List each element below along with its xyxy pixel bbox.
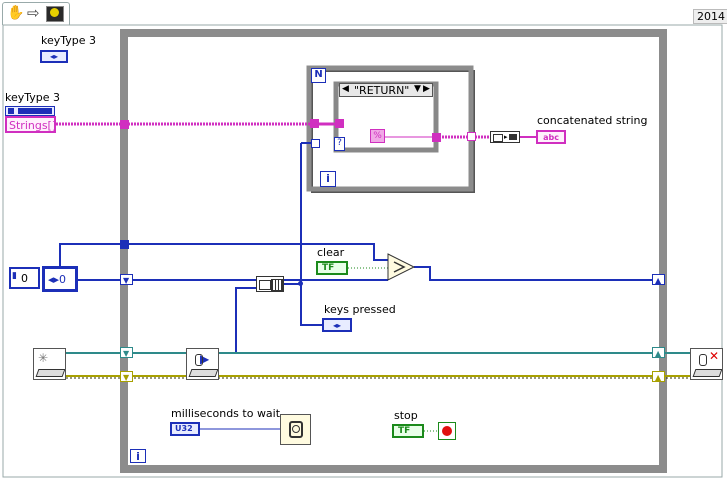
keys-pressed-indicator[interactable]: ◂▸ [322, 318, 352, 332]
milliseconds-to-wait-control[interactable]: U32 [170, 422, 200, 436]
case-next-icon[interactable]: ▶ [423, 84, 430, 94]
clear-indicator[interactable]: TF [316, 261, 348, 275]
concatenated-string-indicator[interactable]: abc [536, 130, 566, 144]
tunnel-pink-in [120, 120, 129, 129]
milliseconds-to-wait-label: milliseconds to wait [171, 407, 281, 420]
blue-wire-compare-out [414, 266, 654, 281]
concatenate-node: ▸ [490, 131, 520, 143]
for-tunnel-blue-in [311, 139, 320, 148]
shift-register-blue-right: ▲ [652, 274, 665, 285]
initialize-keyboard-icon[interactable]: ✳ [33, 348, 66, 380]
wait-timer-icon[interactable] [280, 414, 311, 445]
loop-condition-icon[interactable] [438, 422, 456, 440]
for-tunnel-pink-out [467, 132, 476, 141]
for-loop-index-terminal: i [320, 171, 336, 187]
wire-junction-dot [298, 281, 303, 286]
numeric-index-icon: ▮ [12, 271, 17, 281]
shift-register-teal-left: ▼ [120, 347, 133, 358]
enum-value-control[interactable]: ◂▸0 [42, 266, 78, 292]
string-constant-icon: % [370, 129, 385, 143]
stop-label: stop [394, 409, 418, 422]
shift-register-yellow-left: ▼ [120, 371, 133, 382]
for-tunnel-pink-in [310, 119, 319, 128]
shift-register-teal-right: ▲ [652, 347, 665, 358]
case-selector-value: "RETURN" [354, 84, 410, 97]
keytype-typedef-terminal[interactable]: ◂▸ [40, 50, 68, 63]
clear-terminal-text: TF [322, 263, 335, 273]
for-loop-count-terminal: N [311, 68, 326, 83]
shift-register-yellow-right: ▲ [652, 371, 665, 382]
stop-terminal-text: TF [398, 426, 411, 436]
stop-control[interactable]: TF [392, 424, 424, 438]
keytype-array-header [5, 106, 55, 116]
blue-wire-unbundle [218, 287, 258, 354]
case-selector[interactable]: ◀ "RETURN" ▼ ▶ [339, 83, 433, 97]
numeric-index-control[interactable]: ▮ 0 [9, 267, 40, 289]
numeric-index-value: 0 [21, 272, 28, 285]
case-prev-icon[interactable]: ◀ [342, 84, 349, 94]
concatenated-string-label: concatenated string [537, 114, 648, 127]
case-selector-terminal: ? [334, 137, 345, 151]
compare-node [387, 253, 416, 281]
case-tunnel-pink-in [335, 119, 344, 128]
case-dropdown-icon[interactable]: ▼ [414, 84, 421, 94]
clear-label: clear [317, 246, 345, 259]
shift-register-blue-left: ▼ [120, 274, 133, 285]
unbundle-node [256, 276, 284, 292]
keytype-array-control[interactable]: Strings[] [5, 116, 56, 133]
while-loop-frame [120, 29, 667, 473]
enum-value-text: ◂▸0 [48, 273, 67, 286]
keys-pressed-label: keys pressed [324, 303, 396, 316]
while-loop-iteration-terminal: i [130, 449, 146, 463]
case-tunnel-pink-out [432, 133, 441, 142]
keytype-array-label: keyType 3 [5, 91, 61, 104]
acquire-input-icon[interactable]: ▶ [186, 348, 219, 380]
block-diagram-canvas [2, 24, 723, 478]
close-input-device-icon[interactable]: ✕ [690, 348, 723, 380]
ms-terminal-text: U32 [175, 424, 193, 433]
keytype-typedef-label: keyType 3 [41, 34, 97, 47]
tunnel-blue-in [120, 240, 129, 249]
keytype-array-text: Strings[] [9, 119, 57, 132]
